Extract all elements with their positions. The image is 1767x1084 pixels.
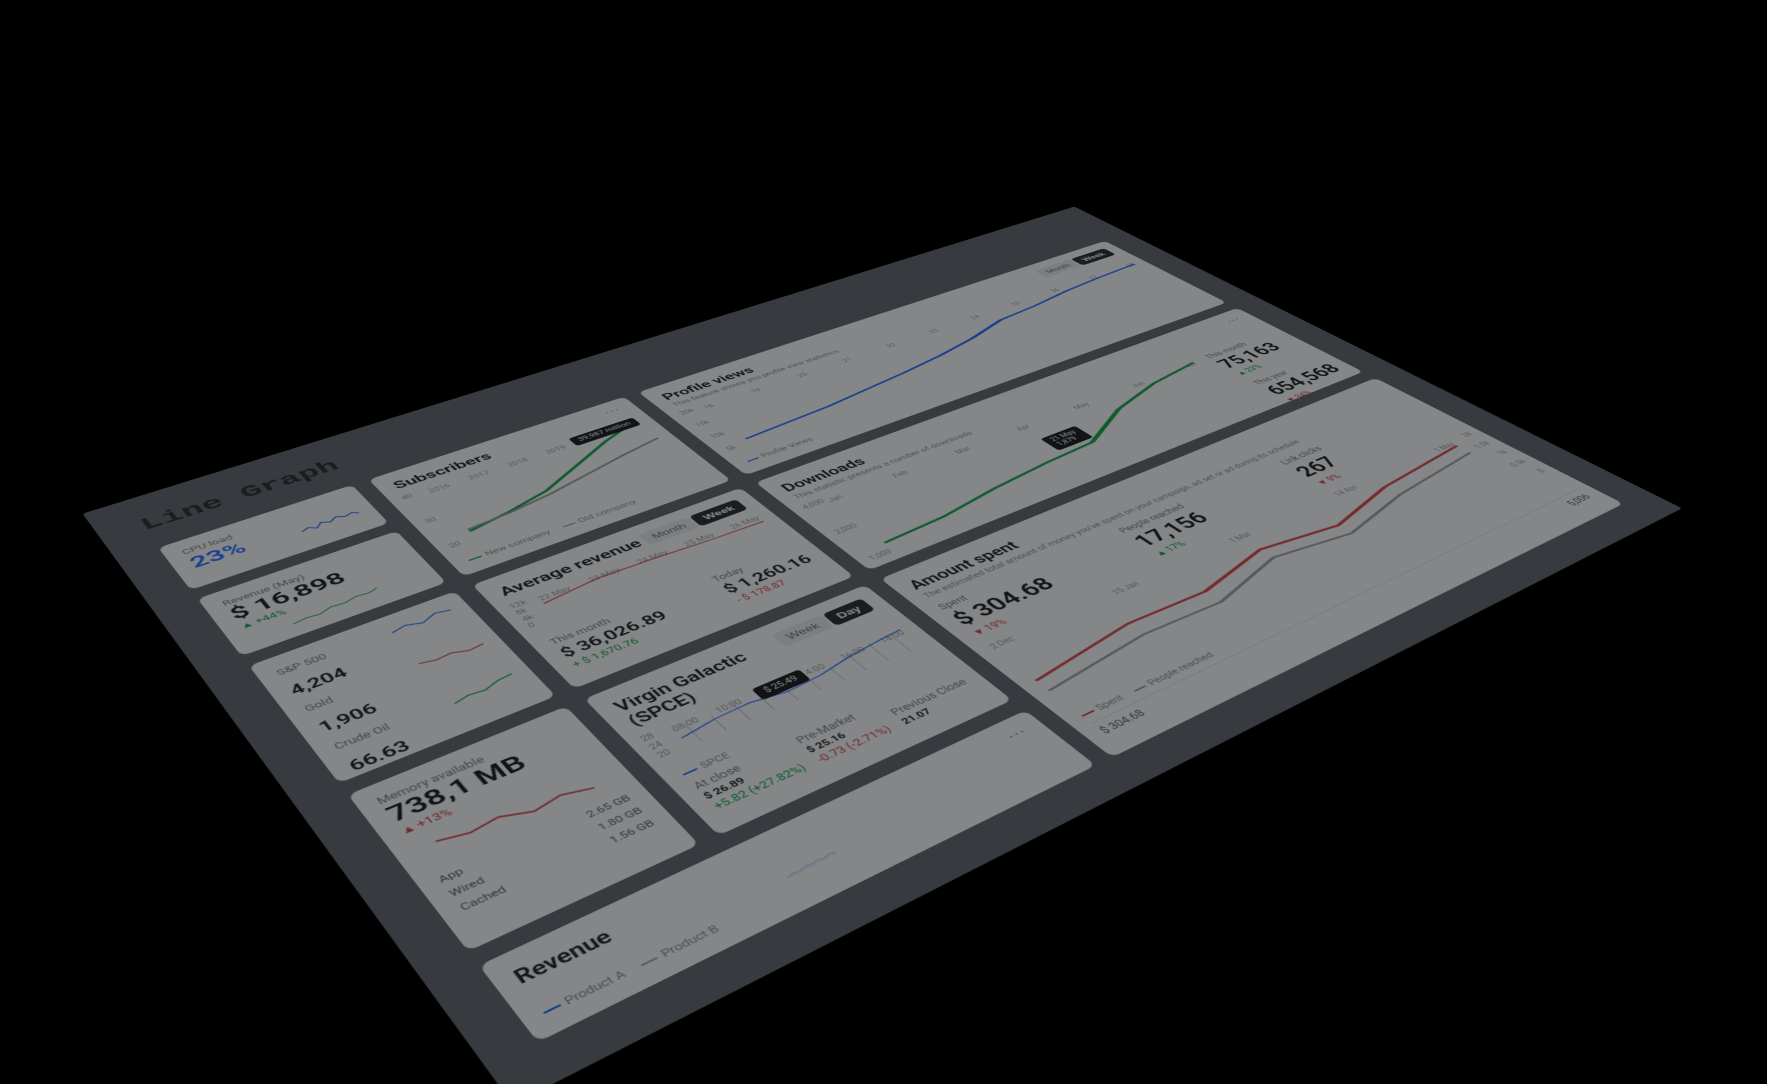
more-icon[interactable]: ⋯	[1224, 316, 1242, 323]
tab-day[interactable]: Day	[821, 598, 875, 626]
design-panel: Line Graph CPU load 23% Subscribers ⋯	[82, 206, 1682, 1084]
y-tick: 1.5k	[1472, 440, 1492, 450]
tab-month[interactable]: Month	[1034, 259, 1081, 277]
y-tick: 30	[423, 516, 438, 524]
y-tick: 0	[1527, 468, 1548, 478]
y-tick: 40	[399, 493, 414, 501]
y-tick: 10k	[708, 431, 727, 440]
y-tick: 1k	[1490, 449, 1510, 459]
y-tick: 5k	[724, 443, 743, 452]
more-icon[interactable]: ⋯	[602, 406, 622, 415]
y-tick: 2k	[1454, 431, 1474, 440]
y-tick: 1,000	[867, 548, 894, 561]
footer-count: 5,006	[1563, 492, 1593, 507]
y-tick: 4,000	[800, 498, 826, 510]
y-tick: 20k	[678, 408, 696, 416]
tab-week[interactable]: Week	[1070, 248, 1115, 265]
y-tick: 0.5k	[1508, 458, 1528, 468]
y-tick: 15k	[693, 419, 711, 427]
tab-week[interactable]: Week	[771, 615, 834, 647]
y-tick: 20	[447, 540, 463, 549]
more-icon[interactable]: ⋯	[1004, 726, 1029, 740]
gold-label: Gold	[302, 695, 335, 713]
cpu-sparkline	[297, 507, 362, 535]
y-tick: 2,000	[833, 522, 860, 535]
